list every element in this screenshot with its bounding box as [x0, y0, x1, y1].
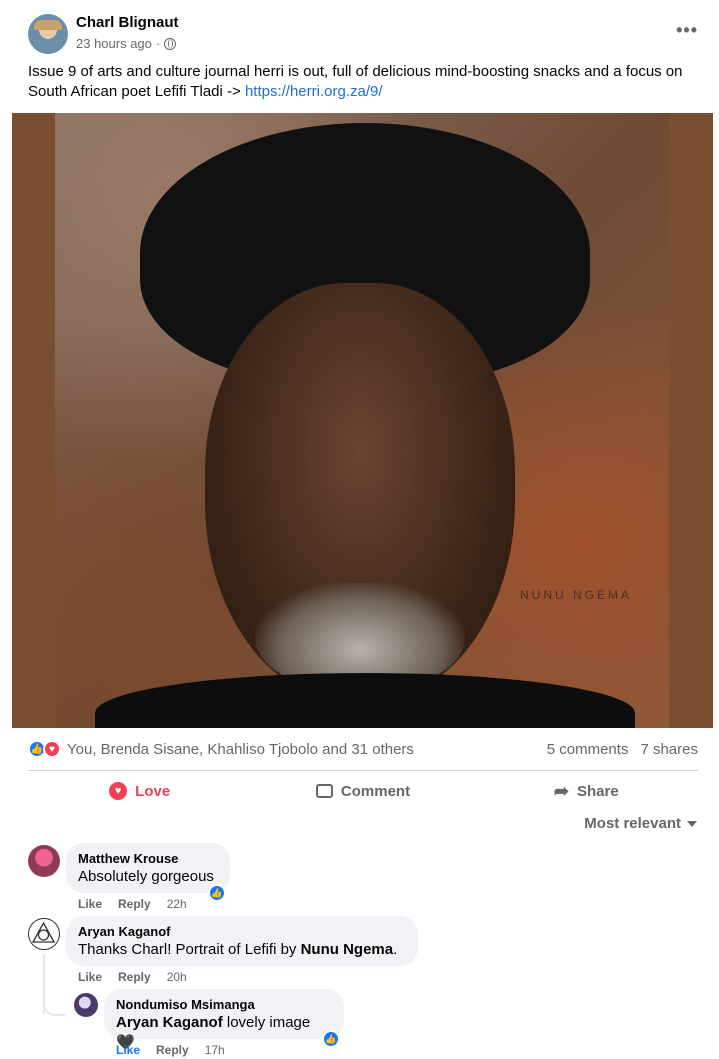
divider	[28, 770, 698, 771]
comment-text: Absolutely gorgeous	[78, 868, 214, 885]
share-icon: ➦	[553, 780, 570, 801]
comment-reply-button[interactable]: Reply	[118, 897, 151, 911]
post-meta: 23 hours ago ·	[76, 36, 177, 51]
comment-text: Thanks Charl! Portrait of Lefifi by Nunu…	[78, 940, 406, 960]
commenter-avatar[interactable]	[28, 845, 60, 877]
comment-button[interactable]: Comment	[251, 774, 474, 808]
comment-time[interactable]: 20h	[167, 970, 187, 984]
meta-dot: ·	[155, 36, 161, 51]
comment-icon	[315, 784, 333, 798]
commenter-avatar[interactable]	[28, 918, 60, 950]
share-label: Share	[577, 782, 619, 800]
comment-label: Comment	[340, 782, 411, 800]
post-time[interactable]: 23 hours ago	[76, 36, 152, 51]
shares-count[interactable]: 7 shares	[640, 741, 698, 758]
mention-link[interactable]: Nunu Ngema	[301, 941, 394, 958]
love-icon: ♥	[43, 740, 61, 758]
reactions-bar: 👍 ♥ You, Brenda Sisane, Khahliso Tjobolo…	[28, 738, 698, 760]
mention-link[interactable]: Aryan Kaganof	[116, 1014, 223, 1031]
commenter-name[interactable]: Matthew Krouse	[78, 851, 218, 867]
comment-actions: Like Reply 22h	[78, 897, 187, 911]
reply-like-icon[interactable]: 👍	[322, 1030, 340, 1048]
reply-reply-button[interactable]: Reply	[156, 1043, 189, 1057]
replier-avatar[interactable]	[74, 993, 98, 1017]
share-button[interactable]: ➦ Share	[475, 774, 698, 808]
reply-like-button[interactable]: Like	[116, 1043, 140, 1057]
more-options-button[interactable]: •••	[676, 20, 698, 41]
globe-icon[interactable]	[164, 37, 177, 50]
author-name[interactable]: Charl Blignaut	[76, 14, 179, 31]
caret-down-icon	[687, 820, 697, 827]
comments-count[interactable]: 5 comments	[547, 741, 629, 758]
reaction-summary[interactable]: You, Brenda Sisane, Khahliso Tjobolo and…	[67, 741, 414, 758]
reply-bubble: Nondumiso Msimanga Aryan Kaganof lovely …	[104, 989, 344, 1051]
comment-bubble: Aryan Kaganof Thanks Charl! Portrait of …	[66, 916, 418, 966]
post-text: Issue 9 of arts and culture journal herr…	[28, 62, 698, 102]
comment-like-icon[interactable]: 👍	[208, 884, 226, 902]
comment-reply-button[interactable]: Reply	[118, 970, 151, 984]
reply-actions: Like Reply 17h	[116, 1043, 225, 1057]
love-label: Love	[135, 782, 171, 800]
sort-label: Most relevant	[584, 815, 681, 832]
collar-shape	[95, 673, 635, 728]
post-header: Charl Blignaut 23 hours ago · •••	[28, 12, 698, 56]
engagement-counts: 5 comments 7 shares	[547, 741, 698, 758]
love-button[interactable]: ♥ Love	[28, 774, 251, 808]
comment-text-part: .	[393, 941, 398, 958]
replier-name[interactable]: Nondumiso Msimanga	[116, 997, 332, 1013]
author-avatar[interactable]	[28, 14, 68, 54]
commenter-name[interactable]: Aryan Kaganof	[78, 924, 406, 940]
comment-actions: Like Reply 20h	[78, 970, 187, 984]
comment-time[interactable]: 22h	[167, 897, 187, 911]
reaction-icons[interactable]: 👍 ♥	[28, 740, 61, 758]
comment-text-part: Thanks Charl! Portrait of Lefifi by	[78, 941, 301, 958]
reply-time[interactable]: 17h	[205, 1043, 225, 1057]
comment-sort-dropdown[interactable]: Most relevant	[584, 815, 697, 832]
post-actions: ♥ Love Comment ➦ Share	[28, 774, 698, 808]
geometric-logo-icon	[31, 921, 56, 943]
comment-like-button[interactable]: Like	[78, 970, 102, 984]
comment-like-button[interactable]: Like	[78, 897, 102, 911]
comment-bubble: Matthew Krouse Absolutely gorgeous	[66, 843, 230, 893]
heart-icon: ♥	[109, 782, 128, 800]
post-link[interactable]: https://herri.org.za/9/	[245, 83, 383, 100]
portrait-image: NUNU NGEMA	[55, 113, 669, 728]
post-photo[interactable]: NUNU NGEMA	[12, 113, 713, 728]
thread-hook	[43, 994, 65, 1016]
photo-watermark: NUNU NGEMA	[520, 588, 633, 602]
